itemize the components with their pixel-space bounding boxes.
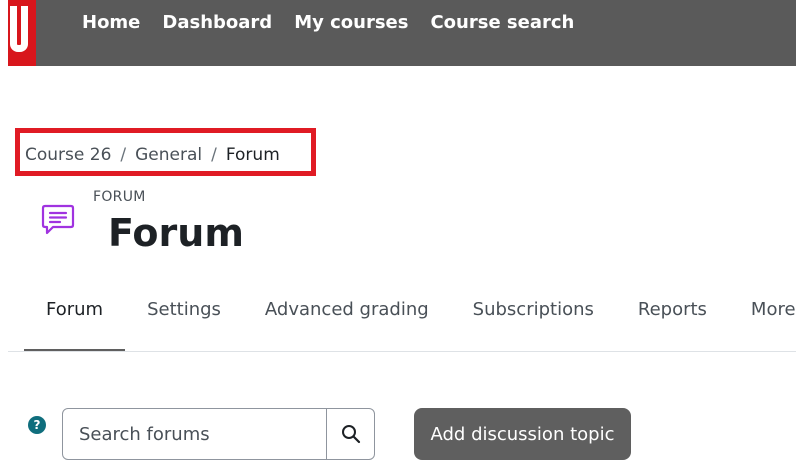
tab-label: Forum bbox=[46, 299, 104, 320]
logo-edge bbox=[0, 0, 8, 66]
secondary-nav: Forum Settings Advanced grading Subscrip… bbox=[24, 282, 796, 352]
forum-icon bbox=[41, 204, 75, 235]
tab-label: Advanced grading bbox=[264, 299, 429, 320]
tab-forum[interactable]: Forum bbox=[24, 282, 126, 352]
tab-advanced-grading[interactable]: Advanced grading bbox=[243, 282, 451, 352]
tab-label: Reports bbox=[637, 299, 707, 320]
nav-dashboard[interactable]: Dashboard bbox=[162, 12, 272, 33]
tab-settings[interactable]: Settings bbox=[125, 282, 243, 352]
tab-subscriptions[interactable]: Subscriptions bbox=[451, 282, 616, 352]
tabs-divider bbox=[8, 351, 796, 352]
top-navbar: Home Dashboard My courses Course search bbox=[0, 0, 796, 66]
logo-letter-mark bbox=[10, 6, 28, 52]
site-logo[interactable] bbox=[0, 0, 36, 66]
primary-nav: Home Dashboard My courses Course search bbox=[82, 12, 574, 33]
search-group bbox=[62, 408, 375, 460]
tab-reports[interactable]: Reports bbox=[616, 282, 729, 352]
breadcrumb: Course 26 / General / Forum bbox=[25, 145, 280, 165]
search-button[interactable] bbox=[326, 408, 375, 460]
tab-label: More bbox=[750, 299, 796, 320]
page-title: Forum bbox=[108, 211, 244, 255]
nav-course-search[interactable]: Course search bbox=[430, 12, 574, 33]
tab-more[interactable]: More⌄ bbox=[729, 282, 796, 352]
breadcrumb-item-current: Forum bbox=[225, 145, 280, 165]
nav-home[interactable]: Home bbox=[82, 12, 140, 33]
help-icon[interactable]: ? bbox=[28, 416, 46, 434]
breadcrumb-separator: / bbox=[211, 145, 217, 165]
breadcrumb-separator: / bbox=[120, 145, 127, 165]
tab-label: Settings bbox=[147, 299, 221, 320]
page-kicker: FORUM bbox=[93, 189, 146, 205]
nav-my-courses[interactable]: My courses bbox=[294, 12, 408, 33]
breadcrumb-item-course[interactable]: Course 26 bbox=[25, 145, 111, 165]
search-icon bbox=[342, 425, 361, 444]
breadcrumb-item-section[interactable]: General bbox=[135, 145, 202, 165]
tab-label: Subscriptions bbox=[472, 299, 594, 320]
add-discussion-topic-button[interactable]: Add discussion topic bbox=[414, 408, 631, 460]
search-input[interactable] bbox=[62, 408, 327, 460]
